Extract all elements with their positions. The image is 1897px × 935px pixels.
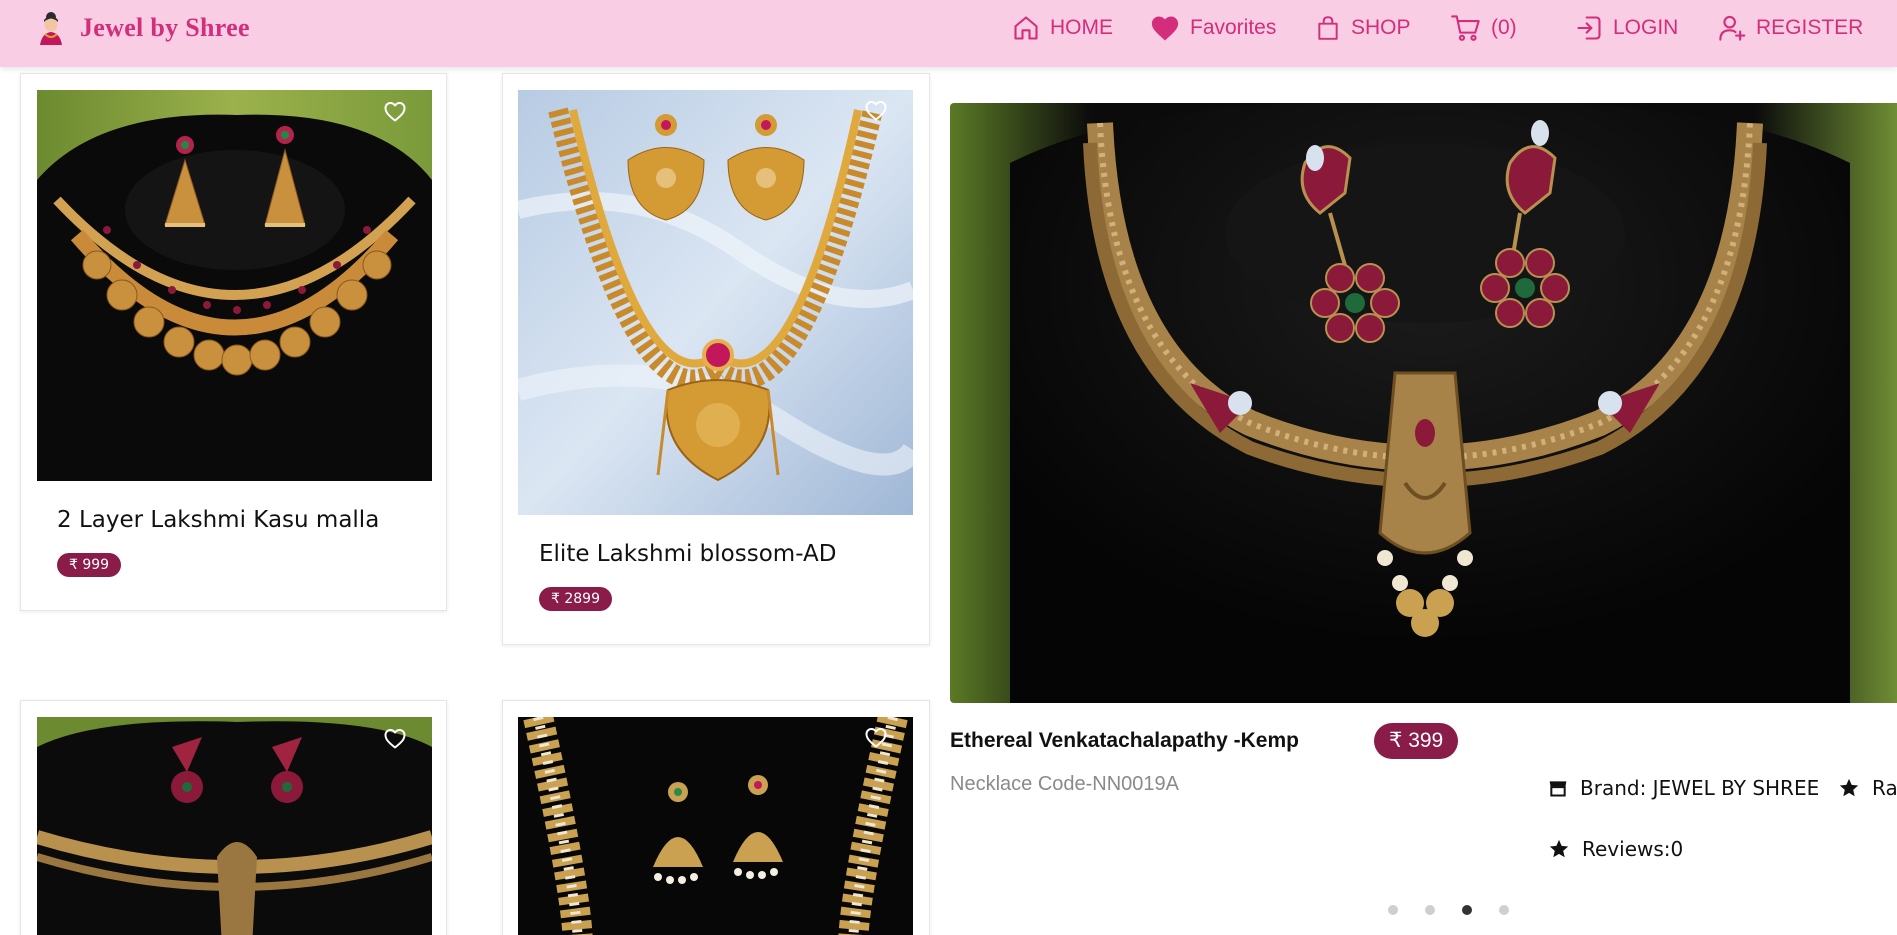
product-image[interactable] bbox=[37, 717, 432, 935]
brand-meta: Brand: JEWEL BY SHREE bbox=[1548, 776, 1819, 800]
nav-favorites[interactable]: Favorites bbox=[1150, 12, 1276, 44]
product-card[interactable] bbox=[502, 700, 930, 935]
favorite-heart-icon[interactable] bbox=[383, 100, 407, 124]
product-image[interactable] bbox=[518, 717, 913, 935]
product-card[interactable] bbox=[20, 700, 447, 935]
product-image[interactable] bbox=[518, 90, 913, 515]
featured-product-image[interactable] bbox=[950, 103, 1897, 703]
favorite-heart-icon[interactable] bbox=[383, 727, 407, 751]
product-image[interactable] bbox=[37, 90, 432, 481]
product-title[interactable]: Elite Lakshmi blossom-AD bbox=[539, 541, 836, 567]
nav-home-label: HOME bbox=[1050, 16, 1113, 39]
store-icon bbox=[1549, 781, 1567, 797]
featured-price-badge: ₹ 399 bbox=[1374, 723, 1459, 759]
star-icon bbox=[1549, 839, 1569, 858]
favorite-heart-icon[interactable] bbox=[864, 726, 888, 750]
carousel-indicators bbox=[1388, 905, 1509, 915]
carousel-dot[interactable] bbox=[1388, 905, 1398, 915]
product-card[interactable]: Elite Lakshmi blossom-AD ₹ 2899 bbox=[502, 73, 930, 645]
favorite-heart-icon[interactable] bbox=[864, 99, 888, 123]
nav-favorites-label: Favorites bbox=[1190, 16, 1277, 39]
carousel-dot[interactable] bbox=[1499, 905, 1509, 915]
nav-cart[interactable]: (0) bbox=[1451, 12, 1517, 44]
heart-icon bbox=[1151, 16, 1179, 41]
jewelry-lady-logo bbox=[40, 12, 62, 45]
product-card[interactable]: 2 Layer Lakshmi Kasu malla ₹ 999 bbox=[20, 73, 447, 611]
product-code: Necklace Code-NN0019A bbox=[950, 773, 1180, 795]
nav-home[interactable]: HOME bbox=[1012, 12, 1113, 44]
home-icon bbox=[1014, 16, 1038, 40]
carousel-dot[interactable] bbox=[1425, 905, 1435, 915]
price-badge: ₹ 999 bbox=[57, 553, 122, 577]
shopping-bag-icon bbox=[1318, 16, 1338, 40]
cart-count: (0) bbox=[1491, 16, 1517, 39]
login-icon bbox=[1577, 16, 1601, 40]
nav-register[interactable]: REGISTER bbox=[1718, 12, 1863, 44]
nav-shop-label: SHOP bbox=[1351, 16, 1411, 39]
rating-label: Rat bbox=[1872, 776, 1897, 800]
brand[interactable]: Jewel by Shree bbox=[36, 8, 250, 48]
product-title[interactable]: 2 Layer Lakshmi Kasu malla bbox=[57, 507, 379, 533]
reviews-label: Reviews:0 bbox=[1582, 837, 1684, 861]
brand-name: Jewel by Shree bbox=[80, 13, 250, 42]
cart-icon bbox=[1451, 15, 1480, 41]
reviews-meta: Reviews:0 bbox=[1548, 837, 1683, 861]
star-icon bbox=[1839, 778, 1859, 797]
price-badge: ₹ 2899 bbox=[539, 587, 612, 611]
navbar: Jewel by Shree HOME Favorites SHOP (0) L… bbox=[0, 0, 1897, 67]
add-user-icon bbox=[1719, 15, 1746, 41]
nav-login-label: LOGIN bbox=[1613, 16, 1679, 39]
carousel-dot-active[interactable] bbox=[1462, 905, 1472, 915]
rating-meta: Rat bbox=[1838, 776, 1897, 800]
nav-register-label: REGISTER bbox=[1756, 16, 1864, 39]
brand-label: Brand: JEWEL BY SHREE bbox=[1580, 776, 1820, 800]
nav-shop[interactable]: SHOP bbox=[1315, 12, 1411, 44]
featured-product-title[interactable]: Ethereal Venkatachalapathy -Kemp bbox=[950, 729, 1299, 753]
nav-login[interactable]: LOGIN bbox=[1575, 12, 1678, 44]
